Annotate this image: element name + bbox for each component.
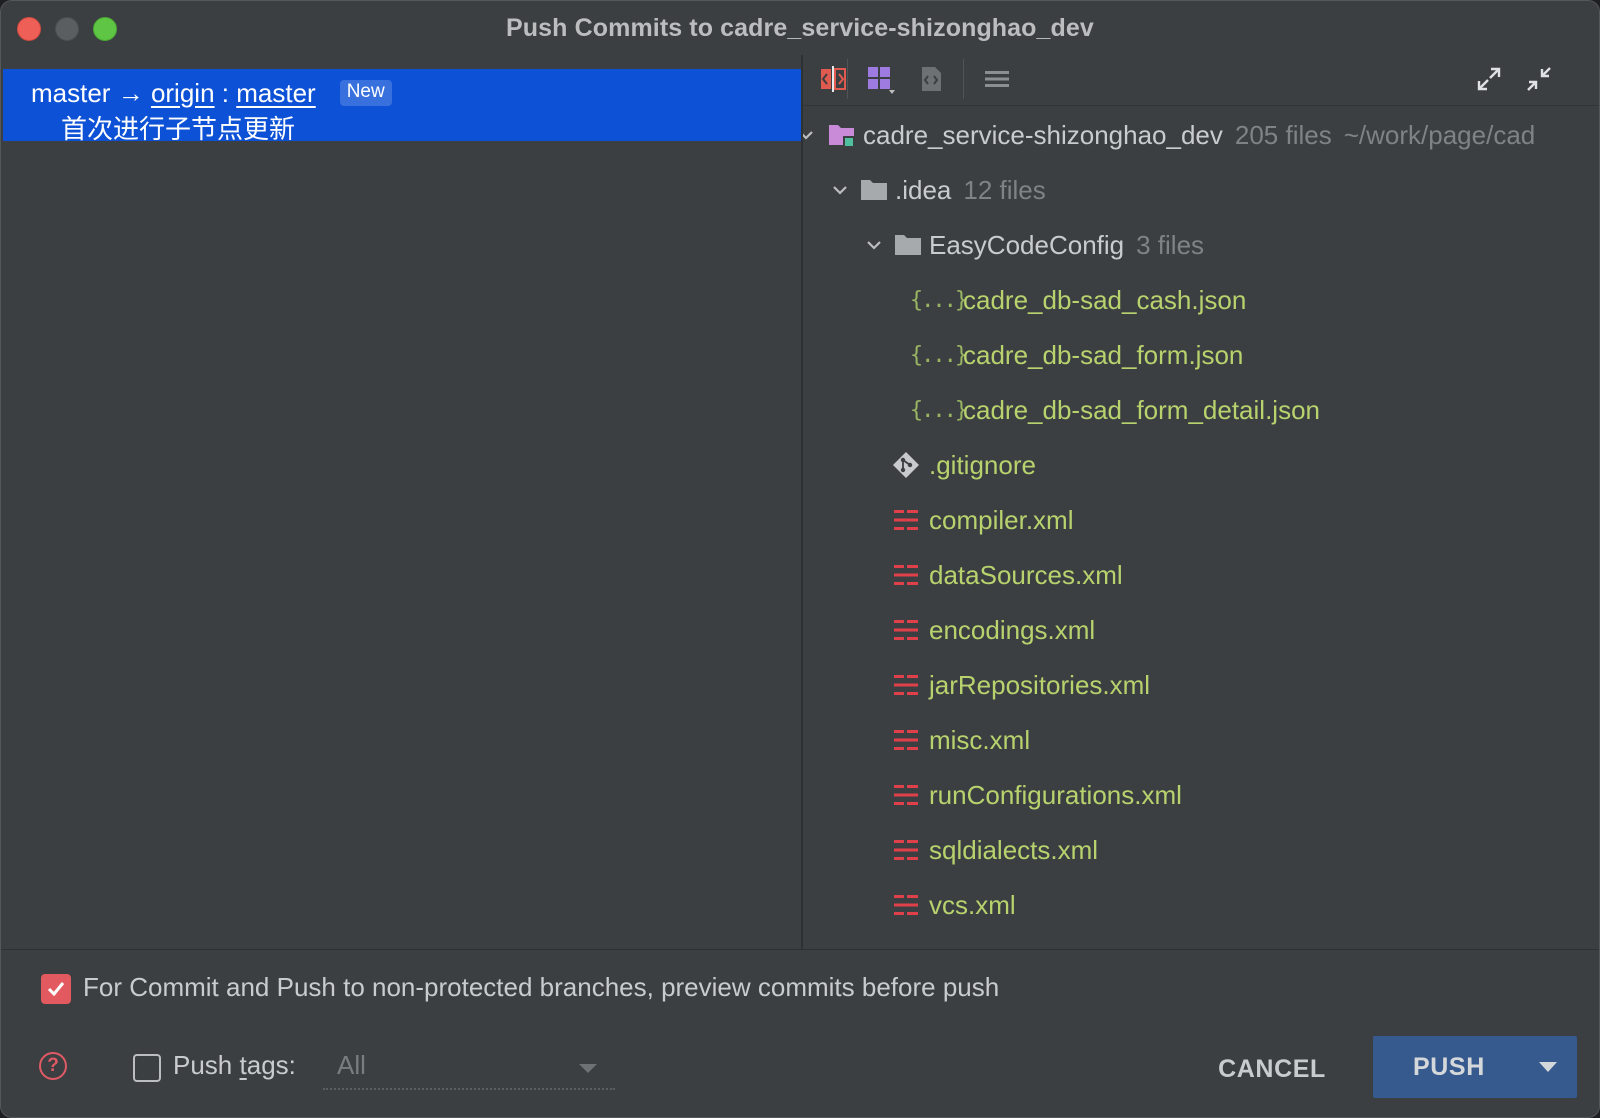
tree-file-xml[interactable]: runConfigurations.xml xyxy=(803,767,1599,823)
chevron-down-icon[interactable] xyxy=(863,234,885,256)
local-branch: master xyxy=(31,77,111,108)
file-name: cadre_db-sad_cash.json xyxy=(963,284,1247,315)
preview-commits-checkbox[interactable] xyxy=(41,974,71,1004)
commit-message[interactable]: 首次进行子节点更新 xyxy=(61,109,295,146)
folder-icon xyxy=(893,230,923,260)
tree-file-json[interactable]: {...} cadre_db-sad_cash.json xyxy=(803,272,1599,328)
folder-count: 3 files xyxy=(1136,229,1205,260)
tree-node-easycodeconfig[interactable]: EasyCodeConfig 3 files xyxy=(803,217,1599,273)
close-window-button[interactable] xyxy=(17,17,41,41)
dropdown-arrow-icon xyxy=(579,1064,597,1073)
file-name: encodings.xml xyxy=(929,614,1096,645)
xml-file-icon xyxy=(891,615,921,645)
tree-file-xml[interactable]: misc.xml xyxy=(803,712,1599,768)
xml-file-icon xyxy=(891,725,921,755)
push-label: PUSH xyxy=(1413,1053,1485,1081)
file-name: misc.xml xyxy=(929,724,1031,755)
tree-node-idea[interactable]: .idea 12 files xyxy=(803,162,1599,218)
dialog-footer: For Commit and Push to non-protected bra… xyxy=(1,950,1599,1117)
show-diff-icon[interactable] xyxy=(817,63,849,95)
preview-commits-label[interactable]: For Commit and Push to non-protected bra… xyxy=(83,972,999,1003)
branch-mapping: master → origin : master New xyxy=(31,75,392,111)
root-count: 205 files xyxy=(1234,119,1332,150)
group-by-icon[interactable] xyxy=(865,63,897,95)
remote-branch-link[interactable]: master xyxy=(236,78,315,109)
zoom-window-button[interactable] xyxy=(93,17,117,41)
xml-file-icon xyxy=(891,560,921,590)
minimize-window-button[interactable] xyxy=(55,17,79,41)
collapse-all-icon[interactable] xyxy=(1523,63,1555,95)
remote-link[interactable]: origin xyxy=(151,78,215,109)
tree-file-xml[interactable]: encodings.xml xyxy=(803,602,1599,658)
branch-separator: : xyxy=(221,77,229,108)
folder-name: EasyCodeConfig xyxy=(929,229,1125,260)
chevron-down-icon[interactable] xyxy=(829,179,851,201)
tree-file-xml[interactable]: vcs.xml xyxy=(803,877,1599,933)
json-file-icon: {...} xyxy=(909,287,968,313)
push-tags-dropdown[interactable]: All xyxy=(323,1044,615,1090)
arrow-icon: → xyxy=(117,77,144,108)
folder-name: .idea xyxy=(895,174,952,205)
branch-row[interactable]: master → origin : master New 首次进行子节点更新 xyxy=(3,69,801,144)
file-name: jarRepositories.xml xyxy=(929,669,1151,700)
push-options-arrow-icon[interactable] xyxy=(1539,1062,1557,1072)
file-name: compiler.xml xyxy=(929,504,1074,535)
cancel-button[interactable]: CANCEL xyxy=(1207,1046,1337,1092)
folder-count: 12 files xyxy=(963,174,1046,205)
tree-file-gitignore[interactable]: .gitignore xyxy=(803,437,1599,493)
file-name: cadre_db-sad_form_detail.json xyxy=(963,394,1320,425)
expand-all-icon[interactable] xyxy=(1473,63,1505,95)
xml-file-icon xyxy=(891,780,921,810)
file-name: runConfigurations.xml xyxy=(929,779,1182,810)
root-path: ~/work/page/cad xyxy=(1343,119,1536,150)
file-name: sqldialects.xml xyxy=(929,834,1099,865)
new-branch-badge: New xyxy=(339,80,392,106)
window-title: Push Commits to cadre_service-shizonghao… xyxy=(506,13,1094,42)
file-name: .gitignore xyxy=(929,449,1036,480)
json-file-icon: {...} xyxy=(909,397,968,423)
folder-icon xyxy=(859,175,889,205)
tree-file-xml[interactable]: dataSources.xml xyxy=(803,547,1599,603)
xml-file-icon xyxy=(891,835,921,865)
push-commits-dialog: Push Commits to cadre_service-shizonghao… xyxy=(0,0,1600,1118)
window-controls xyxy=(17,17,117,41)
title-bar: Push Commits to cadre_service-shizonghao… xyxy=(1,1,1599,55)
file-name: cadre_db-sad_form.json xyxy=(963,339,1244,370)
push-tags-label[interactable]: Push tags: xyxy=(173,1050,296,1081)
push-tags-value: All xyxy=(337,1050,366,1080)
chevron-down-icon[interactable] xyxy=(803,124,817,146)
tree-file-xml[interactable]: jarRepositories.xml xyxy=(803,657,1599,713)
module-folder-icon xyxy=(827,120,857,150)
push-tags-checkbox[interactable] xyxy=(133,1054,161,1082)
tree-file-xml[interactable]: sqldialects.xml xyxy=(803,822,1599,878)
menu-lines-icon[interactable] xyxy=(981,63,1013,95)
push-button[interactable]: PUSH xyxy=(1373,1036,1577,1098)
xml-file-icon xyxy=(891,670,921,700)
xml-file-icon xyxy=(891,890,921,920)
file-diff-icon[interactable] xyxy=(915,63,947,95)
tree-file-json[interactable]: {...} cadre_db-sad_form.json xyxy=(803,327,1599,383)
file-name: vcs.xml xyxy=(929,889,1016,920)
help-icon[interactable]: ? xyxy=(39,1052,67,1080)
xml-file-icon xyxy=(891,505,921,535)
files-panel: cadre_service-shizonghao_dev 205 files ~/w… xyxy=(803,55,1599,949)
tree-file-json[interactable]: {...} cadre_db-sad_form_detail.json xyxy=(803,382,1599,438)
tree-file-xml[interactable]: compiler.xml xyxy=(803,492,1599,548)
git-icon xyxy=(891,450,921,480)
files-toolbar xyxy=(803,55,1599,105)
commits-panel: master → origin : master New 首次进行子节点更新 xyxy=(1,67,801,947)
file-name: dataSources.xml xyxy=(929,559,1123,590)
json-file-icon: {...} xyxy=(909,342,968,368)
root-name: cadre_service-shizonghao_dev xyxy=(863,119,1223,150)
tree-node-root[interactable]: cadre_service-shizonghao_dev 205 files ~/w… xyxy=(803,107,1599,163)
